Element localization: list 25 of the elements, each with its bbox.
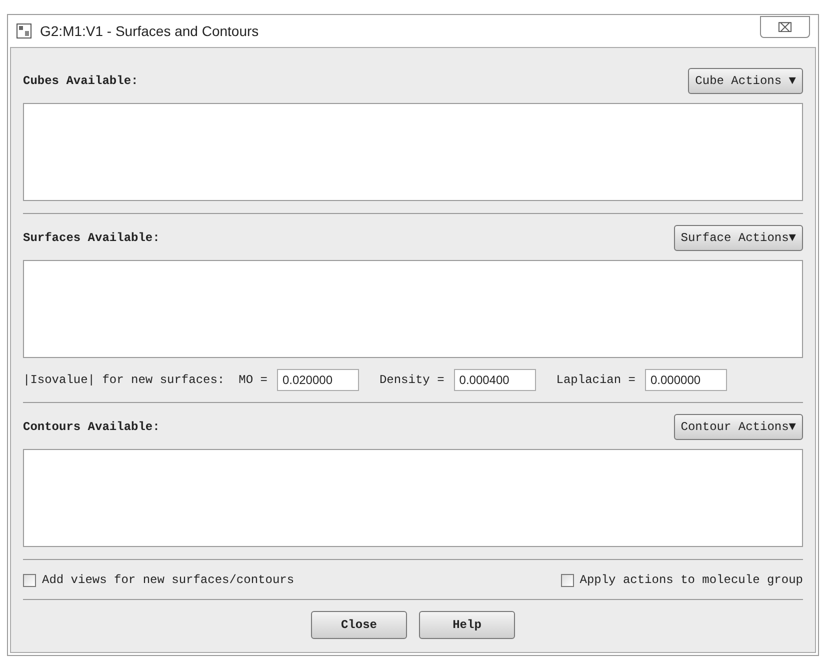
isovalue-field[interactable]: 0.020000 xyxy=(277,369,360,391)
app-icon xyxy=(16,23,32,39)
isovalue-label: |Isovalue| for new surfaces: xyxy=(23,372,225,389)
actions-dropdown[interactable]: Contour Actions▼ xyxy=(674,414,803,440)
checkbox[interactable] xyxy=(23,574,36,586)
actions-dropdown[interactable]: Surface Actions▼ xyxy=(674,225,803,251)
checkbox-label: Add views for new surfaces/contours xyxy=(42,572,294,589)
dialog-button[interactable]: Close xyxy=(311,611,407,639)
cubes-list[interactable] xyxy=(23,103,803,201)
section-label: Cubes Available: xyxy=(23,73,138,90)
section-label: Contours Available: xyxy=(23,419,160,436)
field-label: Laplacian = xyxy=(556,372,636,389)
isovalue-field[interactable]: 0.000000 xyxy=(645,369,728,391)
close-button[interactable]: ⌧ xyxy=(760,16,810,38)
checkbox-label: Apply actions to molecule group xyxy=(580,572,803,589)
isovalue-field[interactable]: 0.000400 xyxy=(454,369,536,391)
section-label: Surfaces Available: xyxy=(23,230,160,247)
field-label: MO = xyxy=(238,372,268,389)
contours-list[interactable] xyxy=(23,449,803,547)
actions-dropdown[interactable]: Cube Actions ▼ xyxy=(688,68,803,94)
dialog-button[interactable]: Help xyxy=(419,611,515,639)
checkbox[interactable] xyxy=(560,574,574,586)
window-title: G2:M1:V1 - Surfaces and Contours xyxy=(40,22,259,40)
surfaces-list[interactable] xyxy=(23,260,803,358)
field-label: Density = xyxy=(379,372,444,389)
